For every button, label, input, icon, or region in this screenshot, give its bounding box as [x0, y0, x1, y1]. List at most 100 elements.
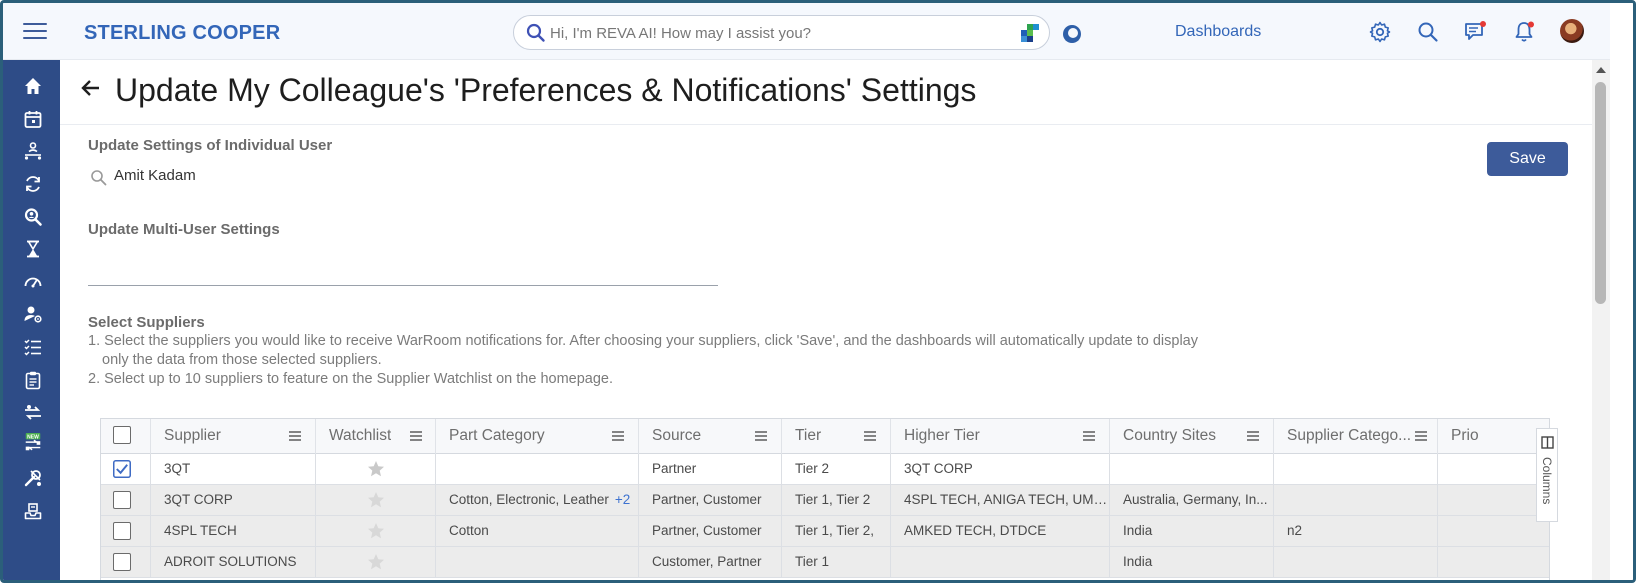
source-cell: Partner, Customer	[639, 516, 782, 546]
supplier-category-cell: n2	[1274, 516, 1438, 546]
higher-tier-cell	[891, 547, 1110, 577]
column-header-tier[interactable]: Tier	[782, 419, 891, 454]
watchlist-cell	[316, 547, 436, 577]
table-row[interactable]: ADROIT SOLUTIONS Customer, Partner Tier …	[101, 547, 1549, 578]
supplier-category-cell	[1274, 485, 1438, 515]
settings-icon[interactable]	[1368, 20, 1392, 44]
row-checkbox[interactable]	[113, 553, 131, 571]
search-icon	[526, 23, 545, 42]
country-sites-cell	[1110, 454, 1274, 484]
watchlist-star-icon[interactable]	[367, 460, 385, 478]
watchlist-star-icon[interactable]	[367, 553, 385, 571]
country-sites-cell: India	[1110, 547, 1274, 577]
table-row[interactable]: 4SPL TECH Cotton Partner, Customer Tier …	[101, 516, 1549, 547]
column-menu-icon[interactable]	[1414, 429, 1428, 443]
column-menu-icon[interactable]	[863, 429, 877, 443]
search-icon[interactable]	[1416, 20, 1440, 44]
row-select-cell	[101, 547, 151, 577]
column-menu-icon[interactable]	[611, 429, 625, 443]
page-title: Update My Colleague's 'Preferences & Not…	[115, 72, 977, 108]
sidebar-nav: NEW	[3, 60, 60, 580]
source-cell: Partner	[639, 454, 782, 484]
calendar-icon[interactable]	[23, 109, 43, 129]
column-header-country-sites[interactable]: Country Sites	[1110, 419, 1274, 454]
column-menu-icon[interactable]	[754, 429, 768, 443]
vertical-scrollbar[interactable]	[1592, 60, 1610, 580]
search-icon	[91, 170, 107, 186]
messages-icon[interactable]	[1463, 20, 1487, 44]
reva-search-box[interactable]	[513, 15, 1050, 50]
dashboards-link[interactable]: Dashboards	[1175, 23, 1261, 41]
part-category-cell	[436, 454, 639, 484]
hourglass-icon[interactable]	[23, 239, 43, 259]
back-arrow-icon[interactable]	[80, 77, 102, 99]
reva-search-input[interactable]	[550, 22, 1000, 44]
ai-logo-icon[interactable]	[1021, 24, 1039, 42]
column-header-priority[interactable]: Prio	[1438, 419, 1549, 454]
table-row[interactable]: 3QT Partner Tier 2 3QT CORP	[101, 454, 1549, 485]
column-header-watchlist[interactable]: Watchlist	[316, 419, 436, 454]
column-header-supplier-category[interactable]: Supplier Catego...	[1274, 419, 1438, 454]
tier-cell: Tier 1	[782, 547, 891, 577]
transfer-icon[interactable]	[23, 403, 43, 423]
select-suppliers-label: Select Suppliers	[88, 314, 205, 331]
country-sites-cell: Australia, Germany, In...	[1110, 485, 1274, 515]
refresh-cycle-icon[interactable]	[23, 174, 43, 194]
scrollbar-thumb[interactable]	[1595, 82, 1606, 304]
notifications-icon[interactable]	[1512, 20, 1536, 44]
row-checkbox[interactable]	[113, 491, 131, 509]
scroll-up-arrow[interactable]	[1596, 67, 1606, 73]
save-button[interactable]: Save	[1487, 142, 1568, 176]
new-feature-icon[interactable]: NEW	[23, 433, 43, 453]
row-checkbox-checked[interactable]	[113, 460, 131, 478]
multi-user-field[interactable]	[88, 260, 718, 286]
column-menu-icon[interactable]	[1082, 429, 1096, 443]
instruction-line-3: 2. Select up to 10 suppliers to feature …	[88, 371, 614, 387]
instruction-line-1: 1. Select the suppliers you would like t…	[88, 333, 1198, 349]
more-categories-link[interactable]: +2	[615, 492, 630, 507]
column-menu-icon[interactable]	[409, 429, 423, 443]
higher-tier-cell: 3QT CORP	[891, 454, 1110, 484]
clipboard-icon[interactable]	[23, 370, 43, 390]
watchlist-star-icon[interactable]	[367, 522, 385, 540]
column-header-higher-tier[interactable]: Higher Tier	[891, 419, 1110, 454]
higher-tier-cell: 4SPL TECH, ANIGA TECH, UMB...	[891, 485, 1110, 515]
individual-user-search[interactable]	[88, 164, 708, 188]
country-sites-cell: India	[1110, 516, 1274, 546]
user-settings-icon[interactable]	[23, 304, 43, 324]
select-all-checkbox[interactable]	[113, 426, 131, 444]
column-menu-icon[interactable]	[1246, 429, 1260, 443]
speedometer-icon[interactable]	[23, 272, 43, 292]
watchlist-star-icon[interactable]	[367, 491, 385, 509]
columns-panel-toggle[interactable]: Columns	[1536, 428, 1558, 522]
row-checkbox[interactable]	[113, 522, 131, 540]
column-header-part-category[interactable]: Part Category	[436, 419, 639, 454]
tier-cell: Tier 1, Tier 2,	[782, 516, 891, 546]
home-icon[interactable]	[23, 76, 43, 96]
supplier-cell: 3QT	[151, 454, 316, 484]
table-row[interactable]: 3QT CORP Cotton, Electronic, Leather +2 P…	[101, 485, 1549, 516]
checklist-icon[interactable]	[23, 337, 43, 357]
column-header-source[interactable]: Source	[639, 419, 782, 454]
row-select-cell	[101, 485, 151, 515]
column-header-supplier[interactable]: Supplier	[151, 419, 316, 454]
org-chart-icon[interactable]	[23, 141, 43, 161]
suppliers-grid: Supplier Watchlist Part Category Source …	[100, 418, 1550, 580]
reva-assistant-icon[interactable]	[1061, 23, 1083, 45]
watchlist-cell	[316, 485, 436, 515]
row-select-cell	[101, 516, 151, 546]
search-person-icon[interactable]	[23, 207, 43, 227]
top-bar: STERLING COOPER Dashboards	[3, 3, 1633, 60]
column-menu-icon[interactable]	[288, 429, 302, 443]
watchlist-cell	[316, 516, 436, 546]
user-avatar[interactable]	[1560, 19, 1584, 43]
tools-icon[interactable]	[23, 468, 43, 488]
columns-label: Columns	[1540, 457, 1554, 505]
menu-icon[interactable]	[23, 23, 47, 41]
individual-user-input[interactable]	[114, 164, 694, 186]
inbox-tray-icon[interactable]	[23, 501, 43, 521]
supplier-cell: 3QT CORP	[151, 485, 316, 515]
supplier-cell: ADROIT SOLUTIONS	[151, 547, 316, 577]
window-edge	[1610, 3, 1633, 580]
page-header: Update My Colleague's 'Preferences & Not…	[60, 60, 1592, 125]
